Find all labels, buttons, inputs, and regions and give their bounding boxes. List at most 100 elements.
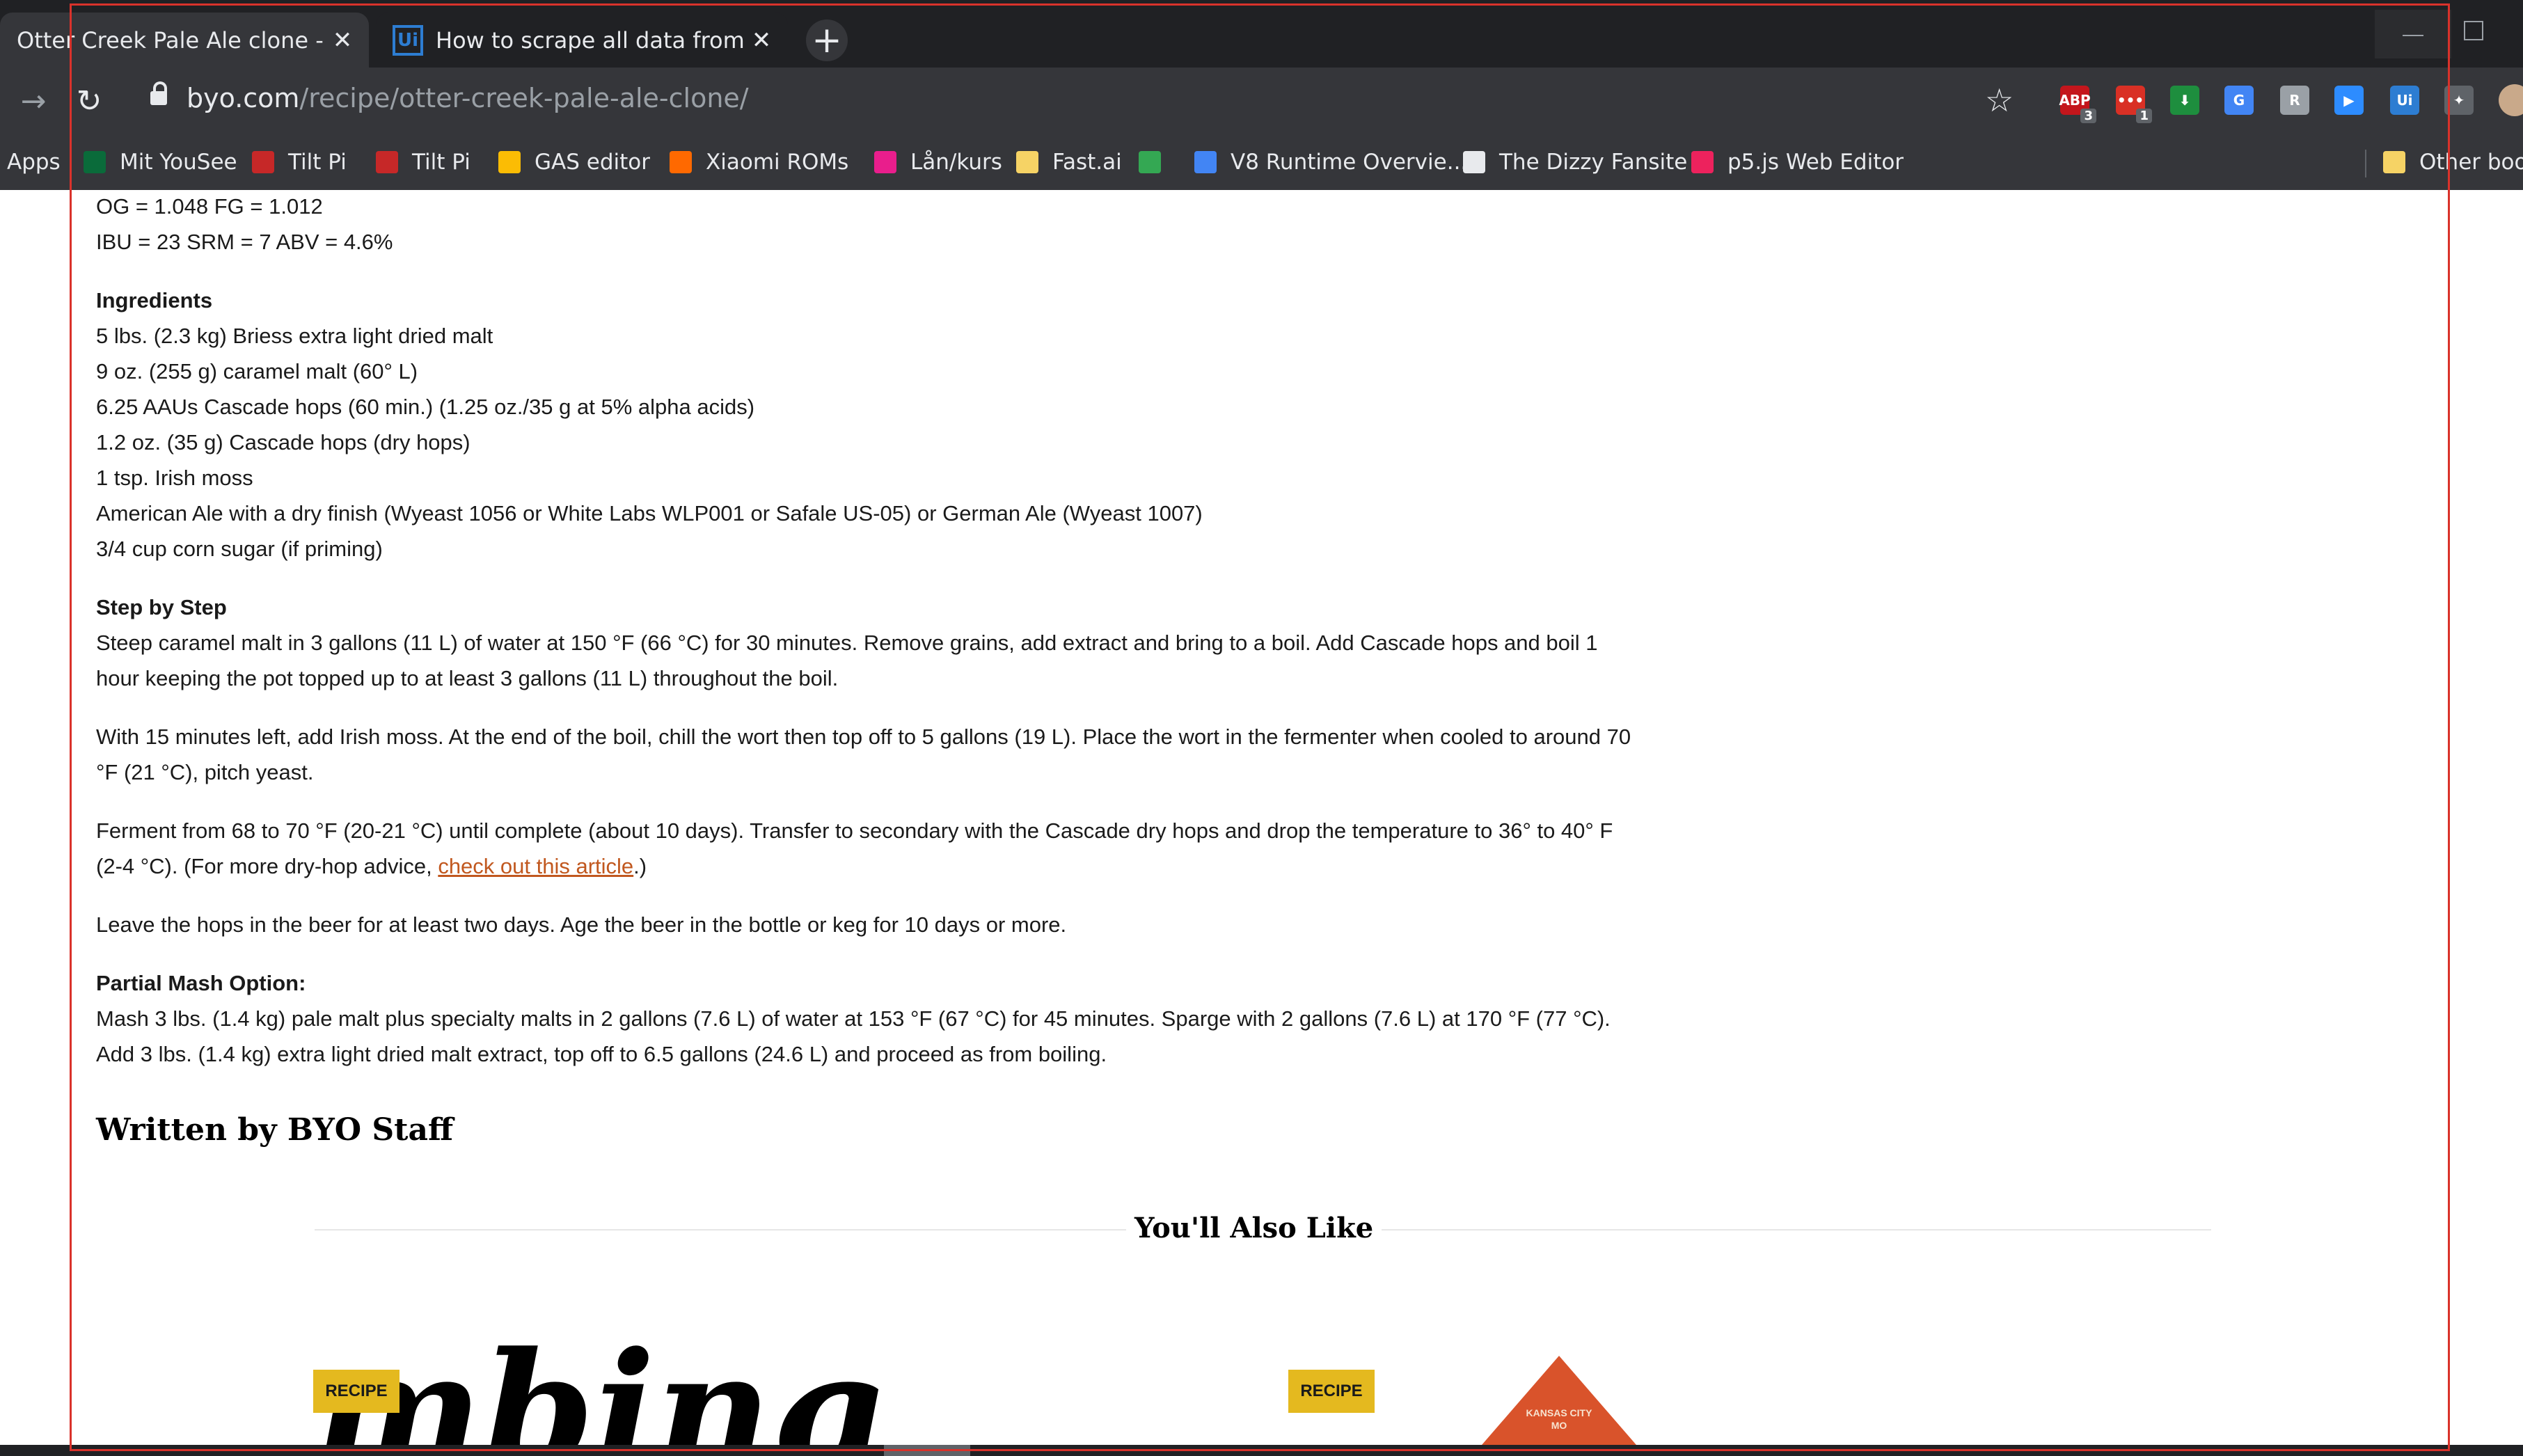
reload-icon[interactable]: ↻ [70, 81, 109, 120]
bookmark-label: Xiaomi ROMs [706, 150, 849, 175]
browser-toolbar: → ↻ byo.com/recipe/otter-creek-pale-ale-… [0, 68, 2523, 134]
bookmark-dizzy-fansite-icon [1463, 151, 1485, 173]
bookmark-mit-yousee[interactable]: Mit YouSee [84, 144, 237, 180]
gravity-stats: OG = 1.048 FG = 1.012 [96, 194, 323, 219]
bookmark-label: Fast.ai [1052, 150, 1122, 175]
bookmark-label: p5.js Web Editor [1727, 150, 1904, 175]
step-paragraph: Steep caramel malt in 3 gallons (11 L) o… [96, 631, 1598, 690]
partial-mash-text: Mash 3 lbs. (1.4 kg) pale malt plus spec… [96, 1006, 1611, 1066]
card-image-2-text: KANSAS CITY MO [1526, 1407, 1592, 1431]
bookmark-label: Lån/kurs [910, 150, 1002, 175]
bookmark-v8-runtime[interactable]: V8 Runtime Overvie... [1194, 144, 1467, 180]
lock-icon[interactable] [150, 81, 167, 105]
bookmark-xiaomi-roms-icon [670, 151, 692, 173]
bookmark-tilt-pi-1[interactable]: Tilt Pi [252, 144, 347, 180]
bookmark-apps[interactable]: Apps [7, 144, 61, 180]
todo-icon[interactable]: ••• 1 [2116, 86, 2152, 123]
bookmark-v8-runtime-icon [1194, 151, 1217, 173]
bookmark-label: Tilt Pi [288, 150, 347, 175]
ingredients-list: 5 lbs. (2.3 kg) Briess extra light dried… [96, 324, 1203, 561]
new-tab-button[interactable]: + [806, 19, 848, 61]
bookmark-label: The Dizzy Fansite [1499, 150, 1688, 175]
ingredient-item: American Ale with a dry finish (Wyeast 1… [96, 501, 1203, 525]
bookmark-star-icon[interactable]: ☆ [1985, 81, 2014, 119]
address-bar[interactable]: byo.com/recipe/otter-creek-pale-ale-clon… [187, 83, 749, 113]
step-paragraph: Leave the hops in the beer for at least … [96, 912, 1067, 937]
bookmark-fast-ai-icon [1016, 151, 1038, 173]
recipe-badge: RECIPE [313, 1370, 400, 1413]
tab-strip: Otter Creek Pale Ale clone - Brew ✕ Ui H… [0, 0, 2523, 68]
bookmarks-divider [2365, 150, 2366, 177]
r-icon[interactable]: R [2280, 86, 2309, 115]
close-icon[interactable]: ✕ [746, 25, 777, 56]
bookmark-drive[interactable] [1139, 144, 1175, 180]
uipath-icon: Ui [393, 24, 423, 56]
bookmark-label: GAS editor [535, 150, 650, 175]
bookmark-tilt-pi-2[interactable]: Tilt Pi [376, 144, 470, 180]
also-like-title: You'll Also Like [1126, 1212, 1382, 1244]
bookmark-lan-kurs[interactable]: Lån/kurs [874, 144, 1002, 180]
article-link[interactable]: check out this article [438, 854, 633, 878]
bookmarks-bar: Apps Mit YouSee Tilt Pi Tilt Pi GAS editor Xi… [0, 134, 2523, 191]
uipath-icon[interactable]: Ui [2390, 86, 2419, 115]
download-arrow-icon[interactable]: ⬇ [2170, 86, 2199, 115]
zoom-icon[interactable]: ▶ [2334, 86, 2364, 115]
abp-icon[interactable]: ABP 3 [2059, 86, 2096, 123]
url-host: byo.com [187, 83, 300, 113]
minimize-button[interactable] [2375, 10, 2451, 58]
tab-otter-creek[interactable]: Otter Creek Pale Ale clone - Brew ✕ [0, 13, 369, 68]
bookmark-label: V8 Runtime Overvie... [1231, 150, 1468, 175]
bookmark-mit-yousee-icon [84, 151, 106, 173]
forward-arrow-icon[interactable]: → [14, 81, 53, 120]
bookmark-label: Other boo [2419, 150, 2523, 175]
ingredient-item: 3/4 cup corn sugar (if priming) [96, 537, 383, 561]
bookmark-drive-icon [1139, 151, 1161, 173]
bookmark-label: Tilt Pi [412, 150, 470, 175]
bookmark-label: Mit YouSee [120, 150, 237, 175]
partial-mash-heading: Partial Mash Option: [96, 971, 306, 995]
beer-stats: IBU = 23 SRM = 7 ABV = 4.6% [96, 230, 393, 254]
bookmark-tilt-pi-1-icon [252, 151, 274, 173]
step-text: .) [633, 854, 647, 878]
tab-title: Otter Creek Pale Ale clone - Brew [17, 26, 327, 54]
ingredient-item: 6.25 AAUs Cascade hops (60 min.) (1.25 o… [96, 395, 755, 419]
bookmark-other-icon [2383, 151, 2405, 173]
step-paragraph: With 15 minutes left, add Irish moss. At… [96, 725, 1631, 784]
page-content: OG = 1.048 FG = 1.012 IBU = 23 SRM = 7 A… [0, 190, 2523, 1456]
bookmark-dizzy-fansite[interactable]: The Dizzy Fansite [1463, 144, 1687, 180]
recipe-badge: RECIPE [1288, 1370, 1375, 1413]
ingredient-item: 9 oz. (255 g) caramel malt (60° L) [96, 359, 418, 383]
bookmark-fast-ai[interactable]: Fast.ai [1016, 144, 1122, 180]
extension-badge-count: 1 [2136, 109, 2152, 123]
tab-scrape[interactable]: Ui How to scrape all data from a we ✕ [376, 13, 788, 68]
bookmark-tilt-pi-2-icon [376, 151, 398, 173]
bookmark-lan-kurs-icon [874, 151, 896, 173]
restore-button[interactable] [2464, 21, 2483, 40]
translate-icon[interactable]: G [2224, 86, 2254, 115]
bookmark-gas-editor-icon [498, 151, 521, 173]
taskbar-strip [0, 1445, 2523, 1456]
bookmark-p5js-icon [1691, 151, 1714, 173]
puzzle-icon[interactable]: ✦ [2444, 86, 2474, 115]
step-by-step-heading: Step by Step [96, 595, 227, 619]
ingredient-item: 1.2 oz. (35 g) Cascade hops (dry hops) [96, 430, 470, 454]
ingredients-heading: Ingredients [96, 288, 213, 312]
url-path: /recipe/otter-creek-pale-ale-clone/ [299, 83, 749, 113]
recipe-article: OG = 1.048 FG = 1.012 IBU = 23 SRM = 7 A… [96, 190, 1641, 1095]
bookmark-xiaomi-roms[interactable]: Xiaomi ROMs [670, 144, 848, 180]
close-icon[interactable]: ✕ [327, 25, 358, 56]
profile-avatar[interactable] [2499, 84, 2523, 116]
ingredient-item: 1 tsp. Irish moss [96, 466, 253, 490]
step-text: Ferment from 68 to 70 °F (20-21 °C) unti… [96, 818, 1613, 878]
card-image-2[interactable] [1469, 1356, 1650, 1456]
scroll-thumb[interactable] [884, 1445, 970, 1456]
bookmark-gas-editor[interactable]: GAS editor [498, 144, 650, 180]
bookmark-other[interactable]: Other boo [2383, 144, 2523, 180]
extension-badge-count: 3 [2080, 109, 2096, 123]
tab-title: How to scrape all data from a we [436, 26, 746, 54]
bookmark-label: Apps [7, 150, 61, 175]
ingredient-item: 5 lbs. (2.3 kg) Briess extra light dried… [96, 324, 493, 348]
step-paragraph: Ferment from 68 to 70 °F (20-21 °C) unti… [96, 813, 1641, 884]
bookmark-p5js[interactable]: p5.js Web Editor [1691, 144, 1904, 180]
author-credit: Written by BYO Staff [96, 1112, 454, 1148]
